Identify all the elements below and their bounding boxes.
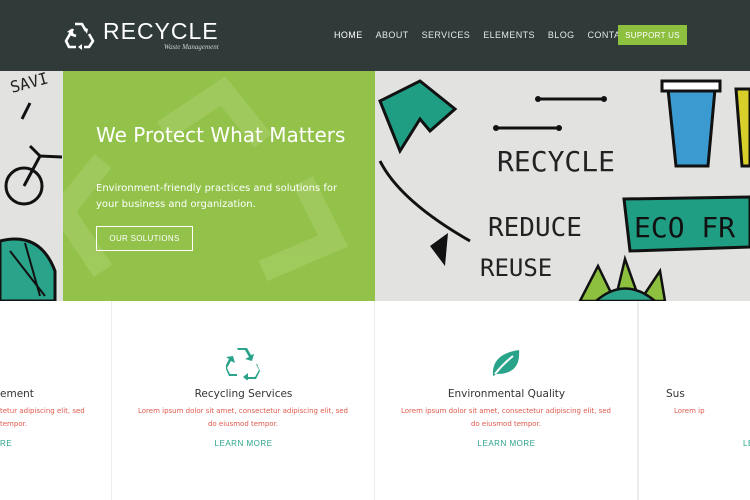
nav-item-home[interactable]: HOME — [334, 30, 363, 40]
service-card-title: Sus — [666, 388, 685, 400]
service-card-text: tetur adipiscing elit, sed tempor. — [0, 405, 110, 431]
services-section: ement tetur adipiscing elit, sed tempor.… — [0, 301, 750, 500]
service-card-text-line1: tetur adipiscing elit, sed — [0, 407, 85, 415]
service-card-title: ement — [0, 388, 34, 400]
site-header: RECYCLE Waste Management HOME ABOUT SERV… — [0, 0, 750, 71]
nav-item-services[interactable]: SERVICES — [422, 30, 471, 40]
brand-logo[interactable]: RECYCLE Waste Management — [62, 17, 219, 53]
learn-more-link[interactable]: LEARN MORE — [375, 439, 638, 448]
recycle-logo-icon — [64, 22, 95, 50]
hero-subtitle: Environment-friendly practices and solut… — [96, 183, 338, 210]
learn-more-link[interactable]: LEARN MORE — [112, 439, 375, 448]
nav-item-about[interactable]: ABOUT — [376, 30, 409, 40]
support-us-button[interactable]: SUPPORT US — [618, 25, 687, 45]
service-card-title: Environmental Quality — [447, 388, 566, 400]
service-card-partial-right: Sus Lorem ip LE — [638, 301, 750, 500]
learn-more-link[interactable]: LE — [743, 439, 750, 448]
illustration-word-reuse: REUSE — [480, 254, 552, 282]
main-nav: HOME ABOUT SERVICES ELEMENTS BLOG CONTAC… — [334, 30, 646, 40]
service-card-text: Lorem ipsum dolor sit amet, consectetur … — [138, 405, 348, 431]
service-card-text-line2: tempor. — [0, 420, 28, 428]
leaf-icon — [492, 350, 520, 376]
illustration-word-recycle: RECYCLE — [497, 145, 615, 178]
service-card-recycling: Recycling Services Lorem ipsum dolor sit… — [112, 301, 375, 500]
brand-tagline: Waste Management — [163, 42, 219, 51]
hero-section: SAVI RECYCLE REDUCE REUSE ECO FR We Prot — [0, 71, 750, 301]
hero-title: We Protect What Matters — [96, 123, 346, 147]
service-card-text-line2: do eiusmod tempor. — [470, 420, 542, 428]
illustration-word-eco: ECO FR — [634, 211, 735, 244]
service-card-partial-left: ement tetur adipiscing elit, sed tempor.… — [0, 301, 112, 500]
learn-more-link[interactable]: RE — [0, 439, 12, 448]
service-card-text: Lorem ip — [674, 407, 705, 415]
brand-name: RECYCLE — [103, 17, 219, 44]
service-card-text: Lorem ipsum dolor sit amet, consectetur … — [401, 405, 611, 431]
illustration-word-save: SAVI — [8, 71, 50, 97]
service-card-title: Recycling Services — [194, 388, 293, 400]
our-solutions-button[interactable]: OUR SOLUTIONS — [96, 226, 193, 251]
service-card-text-line1: Lorem ipsum dolor sit amet, consectetur … — [138, 407, 348, 415]
nav-item-elements[interactable]: ELEMENTS — [483, 30, 535, 40]
recycle-icon — [226, 348, 260, 380]
service-card-text-line2: do eiusmod tempor. — [207, 420, 279, 428]
illustration-word-reduce: REDUCE — [488, 213, 582, 243]
service-card-environmental: Environmental Quality Lorem ipsum dolor … — [375, 301, 638, 500]
nav-item-blog[interactable]: BLOG — [548, 30, 575, 40]
service-card-text-line1: Lorem ipsum dolor sit amet, consectetur … — [401, 407, 611, 415]
